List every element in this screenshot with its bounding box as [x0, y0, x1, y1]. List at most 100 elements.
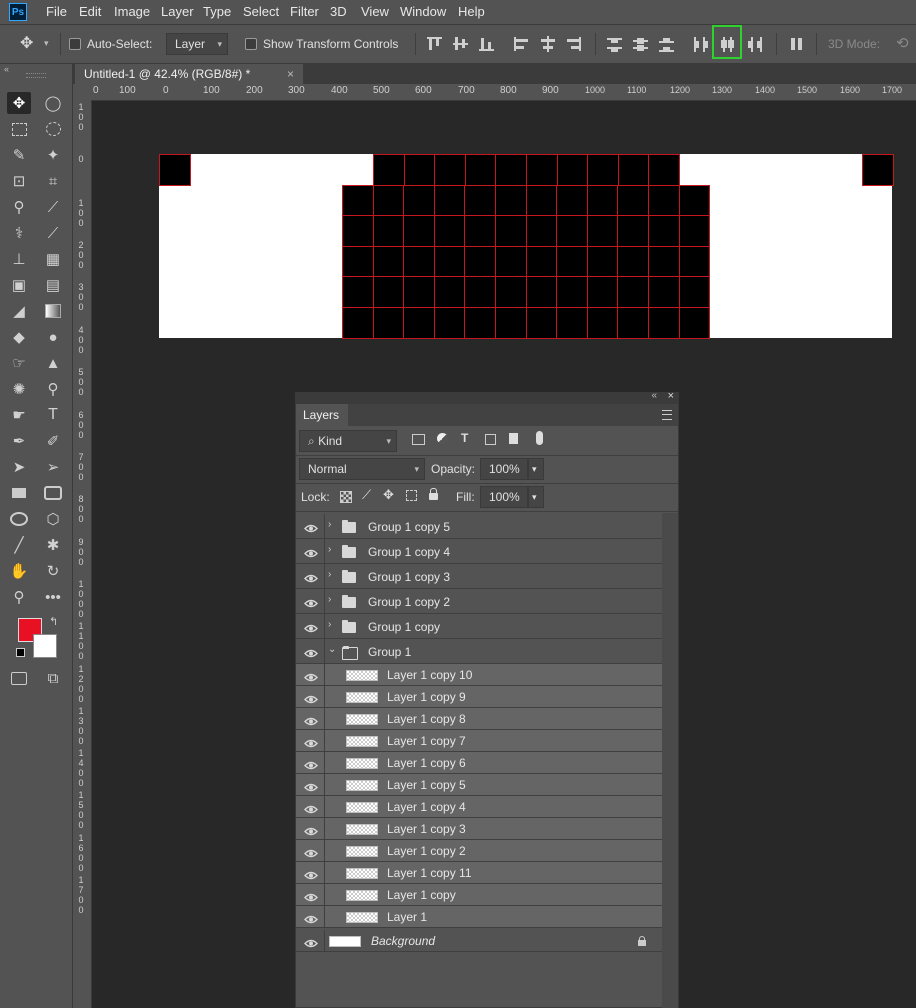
opacity-dropdown-icon[interactable]: ▾ — [528, 458, 544, 480]
visibility-eye-icon[interactable] — [304, 781, 318, 791]
orbit-3d-icon[interactable]: ⟲ — [896, 34, 909, 52]
pixel-filter-icon[interactable] — [412, 434, 425, 445]
layer-row[interactable]: Layer 1 — [296, 906, 662, 928]
panel-grip[interactable] — [26, 73, 46, 78]
adjustment-filter-icon[interactable] — [437, 433, 448, 444]
gradient-tool-icon[interactable] — [41, 300, 65, 322]
layer-row[interactable]: Layer 1 copy 5 — [296, 774, 662, 796]
menu-file[interactable]: File — [46, 4, 67, 19]
distribute-horizontal-center-button[interactable] — [712, 25, 742, 59]
hand-tool-icon[interactable]: ✋ — [7, 560, 31, 582]
background-layer-row[interactable]: Background — [296, 930, 662, 952]
lock-transparent-icon[interactable] — [340, 491, 352, 503]
horizontal-ruler[interactable]: 0 100 0 100 200 300 400 500 600 700 800 … — [91, 84, 916, 101]
eraser-tool-icon[interactable]: ◢ — [7, 300, 31, 322]
visibility-eye-icon[interactable] — [304, 522, 318, 533]
visibility-eye-icon[interactable] — [304, 622, 318, 633]
visibility-eye-icon[interactable] — [304, 847, 318, 857]
shape-filter-icon[interactable] — [485, 434, 496, 445]
lasso-tool-icon[interactable]: ◯ — [41, 92, 65, 114]
zoom-burn-icon[interactable]: ⚲ — [41, 378, 65, 400]
path-selection-icon[interactable]: ➤ — [7, 456, 31, 478]
default-colors-icon[interactable] — [16, 648, 25, 657]
chevron-right-icon[interactable]: › — [328, 569, 331, 580]
visibility-eye-icon[interactable] — [304, 937, 318, 947]
menu-type[interactable]: Type — [203, 4, 231, 19]
artboard-icon[interactable]: ⊡ — [7, 170, 31, 192]
visibility-eye-icon[interactable] — [304, 715, 318, 725]
quick-selection-icon[interactable]: ✎ — [7, 144, 31, 166]
layer-group-row[interactable]: › Group 1 copy 3 — [296, 564, 662, 589]
collapse-panel-icon[interactable]: « — [651, 390, 657, 401]
spot-healing-icon[interactable]: ▦ — [41, 248, 65, 270]
pen-tool-icon[interactable]: ✒ — [7, 430, 31, 452]
more-tools-icon[interactable]: ••• — [41, 586, 65, 608]
rectangle-tool-icon[interactable] — [7, 482, 31, 504]
distribute-top-icon[interactable] — [606, 36, 624, 52]
type-tool-icon[interactable]: T — [41, 404, 65, 426]
menu-filter[interactable]: Filter — [290, 4, 319, 19]
layer-group-row[interactable]: › Group 1 copy 5 — [296, 514, 662, 539]
layer-row[interactable]: Layer 1 copy 10 — [296, 664, 662, 686]
rectangular-marquee-icon[interactable] — [7, 118, 31, 140]
visibility-eye-icon[interactable] — [304, 759, 318, 769]
visibility-eye-icon[interactable] — [304, 803, 318, 813]
type-filter-icon[interactable]: T — [461, 431, 468, 445]
visibility-eye-icon[interactable] — [304, 547, 318, 558]
close-panel-icon[interactable]: × — [668, 390, 674, 402]
crop-tool-icon[interactable]: ⌗ — [41, 170, 65, 192]
visibility-eye-icon[interactable] — [304, 869, 318, 879]
layer-group-row[interactable]: › Group 1 copy 2 — [296, 589, 662, 614]
menu-3d[interactable]: 3D — [330, 4, 347, 19]
visibility-eye-icon[interactable] — [304, 572, 318, 583]
history-brush-icon[interactable]: ⟋ — [41, 222, 65, 244]
ruler-origin[interactable] — [73, 84, 91, 100]
menu-help[interactable]: Help — [458, 4, 485, 19]
visibility-eye-icon[interactable] — [304, 913, 318, 923]
menu-view[interactable]: View — [361, 4, 389, 19]
align-top-icon[interactable] — [426, 36, 444, 52]
fill-field[interactable]: 100% — [480, 486, 528, 508]
show-transform-checkbox[interactable] — [245, 38, 257, 50]
visibility-eye-icon[interactable] — [304, 825, 318, 835]
layer-row[interactable]: Layer 1 copy 4 — [296, 796, 662, 818]
menu-layer[interactable]: Layer — [161, 4, 194, 19]
custom-shape-icon[interactable]: ✱ — [41, 534, 65, 556]
layers-scrollbar[interactable] — [662, 513, 678, 1008]
lock-all-icon[interactable] — [429, 488, 438, 500]
magic-wand-icon[interactable]: ✦ — [41, 144, 65, 166]
auto-align-layers-icon[interactable] — [788, 36, 806, 52]
healing-brush-icon[interactable]: ⚕ — [7, 222, 31, 244]
layer-row[interactable]: Layer 1 copy 7 — [296, 730, 662, 752]
layer-group-row[interactable]: › Group 1 copy — [296, 614, 662, 639]
background-color-swatch[interactable] — [33, 634, 57, 658]
auto-select-dropdown[interactable]: Layer ▾ — [166, 33, 228, 55]
blend-mode-dropdown[interactable]: Normal ▾ — [299, 458, 425, 480]
lock-position-icon[interactable]: ✥ — [383, 487, 394, 503]
chevron-right-icon[interactable]: › — [328, 594, 331, 605]
layers-panel-header[interactable]: « × — [295, 390, 679, 404]
zoom-tool-icon[interactable]: ⚲ — [7, 586, 31, 608]
dodge-tool-icon[interactable]: ☛ — [7, 404, 31, 426]
distribute-bottom-icon[interactable] — [658, 36, 676, 52]
smudge-tool-icon[interactable]: ☞ — [7, 352, 31, 374]
layer-group-row[interactable]: ⌄ Group 1 — [296, 639, 662, 664]
opacity-field[interactable]: 100% — [480, 458, 528, 480]
quick-mask-icon[interactable] — [7, 667, 31, 689]
layer-row[interactable]: Layer 1 copy 3 — [296, 818, 662, 840]
move-tool-preset-icon[interactable]: ✥ — [20, 36, 33, 52]
layers-tab[interactable]: Layers — [296, 404, 348, 426]
align-vertical-center-icon[interactable] — [452, 36, 470, 52]
sponge-tool-icon[interactable]: ✺ — [7, 378, 31, 400]
elliptical-marquee-icon[interactable] — [41, 118, 65, 140]
document-tab[interactable]: Untitled-1 @ 42.4% (RGB/8#) * × — [75, 64, 303, 84]
blur-tool-icon[interactable]: ● — [41, 326, 65, 348]
lock-artboard-icon[interactable] — [406, 490, 417, 501]
chevron-right-icon[interactable]: › — [328, 619, 331, 630]
rounded-rectangle-icon[interactable] — [41, 482, 65, 504]
distribute-right-icon[interactable] — [746, 36, 764, 52]
visibility-eye-icon[interactable] — [304, 693, 318, 703]
clone-stamp-icon[interactable]: ⊥ — [7, 248, 31, 270]
layer-row[interactable]: Layer 1 copy — [296, 884, 662, 906]
sharpen-tool-icon[interactable]: ▲ — [41, 352, 65, 374]
